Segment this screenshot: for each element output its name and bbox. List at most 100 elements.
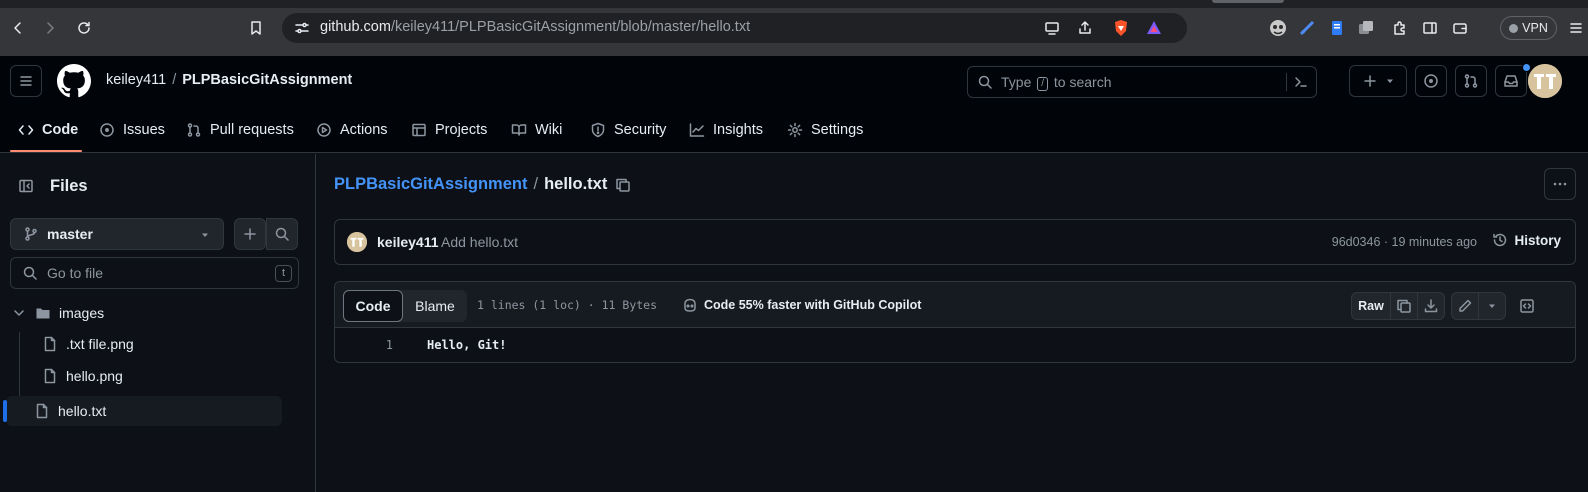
browser-tab-indicator[interactable] (1212, 0, 1284, 3)
bookmark-icon (251, 21, 261, 35)
tab-code[interactable]: Code (18, 118, 78, 142)
forward-button[interactable] (36, 14, 64, 42)
profile-extension-icon[interactable] (1268, 18, 1288, 38)
go-to-file-input[interactable]: Go to file t (10, 257, 299, 289)
brave-rewards-icon[interactable] (1145, 19, 1163, 37)
docs-extension-icon[interactable] (1328, 19, 1346, 37)
symbols-panel-button[interactable] (1513, 292, 1541, 320)
sidebar-collapse-icon[interactable] (18, 178, 34, 194)
tab-projects[interactable]: Projects (411, 118, 487, 142)
copilot-promo-link[interactable]: Code 55% faster with GitHub Copilot (682, 297, 921, 313)
tab-insights[interactable]: Insights (689, 118, 763, 142)
add-file-button[interactable] (234, 218, 266, 250)
inbox-button[interactable] (1495, 63, 1531, 97)
repo-path: keiley411 / PLPBasicGitAssignment (106, 72, 352, 88)
tree-file-txt-file-png[interactable]: .txt file.png (42, 329, 134, 359)
breadcrumb-repo-link[interactable]: PLPBasicGitAssignment (334, 175, 527, 194)
tab-wiki[interactable]: Wiki (511, 118, 562, 142)
copy-extension-icon[interactable] (1357, 19, 1375, 37)
more-options-button[interactable] (1544, 168, 1576, 200)
cast-icon[interactable] (1044, 20, 1060, 36)
reload-button[interactable] (70, 14, 98, 42)
triangle-down-icon (202, 233, 208, 237)
issue-opened-icon (100, 123, 114, 137)
raw-button[interactable]: Raw (1351, 292, 1391, 320)
blame-view-button[interactable]: Blame (403, 290, 467, 322)
pen-extension-icon[interactable] (1298, 19, 1316, 37)
line-text: Hello, Git! (427, 338, 507, 352)
user-avatar[interactable] (1528, 64, 1562, 98)
tab-security[interactable]: Security (590, 118, 666, 142)
chevron-down-icon[interactable] (11, 305, 27, 321)
copy-raw-button[interactable] (1390, 292, 1418, 320)
pencil-icon (1459, 299, 1472, 312)
tab-issues[interactable]: Issues (99, 118, 165, 142)
tab-label: Issues (123, 122, 165, 138)
inbox-icon (1504, 75, 1518, 87)
wallet-button[interactable] (1446, 14, 1474, 42)
tab-pull-requests[interactable]: Pull requests (186, 118, 294, 142)
tab-label: Wiki (535, 122, 563, 138)
view-toggle: Code Blame (343, 290, 467, 322)
tree-file-hello-txt[interactable]: hello.txt (34, 396, 106, 426)
github-header: keiley411 / PLPBasicGitAssignment Type / t… (0, 56, 1588, 153)
vpn-button[interactable]: VPN (1500, 16, 1557, 40)
triangle-down-icon (1489, 304, 1495, 308)
share-icon[interactable] (1077, 20, 1093, 36)
commit-sha-and-time[interactable]: 96d0346 · 19 minutes ago (1332, 235, 1477, 249)
commit-author-avatar[interactable] (347, 232, 367, 252)
search-icon (275, 227, 289, 241)
brave-shields-icon[interactable] (1112, 19, 1130, 37)
copy-icon (1397, 299, 1411, 313)
git-branch-icon (25, 227, 37, 241)
repo-owner-link[interactable]: keiley411 (106, 72, 166, 88)
breadcrumb: PLPBasicGitAssignment / hello.txt (334, 175, 631, 194)
command-palette-icon[interactable] (1293, 74, 1309, 90)
browser-menu-button[interactable] (1562, 14, 1588, 42)
file-header: Code Blame 1 lines (1 loc) · 11 Bytes Co… (335, 282, 1575, 328)
tree-file-hello-png[interactable]: hello.png (42, 361, 123, 391)
tree-item-label: hello.png (66, 368, 123, 384)
notification-dot (1522, 63, 1531, 72)
github-logo-icon[interactable] (57, 64, 91, 98)
address-bar[interactable]: github.com/keiley411/PLPBasicGitAssignme… (282, 13, 1187, 43)
history-button[interactable]: History (1492, 232, 1561, 248)
search-icon (978, 75, 992, 89)
branch-selector[interactable]: master (10, 218, 224, 250)
bookmark-button[interactable] (242, 14, 270, 42)
edit-file-button[interactable] (1451, 292, 1479, 320)
line-number[interactable]: 1 (335, 338, 393, 352)
search-placeholder: Type / to search (1001, 74, 1112, 91)
tab-actions[interactable]: Actions (316, 118, 388, 142)
pull-requests-button[interactable] (1455, 65, 1487, 97)
plus-icon (244, 228, 256, 240)
latest-commit-box: keiley411 Add hello.txt 96d0346 · 19 min… (334, 219, 1576, 265)
commit-author-link[interactable]: keiley411 (377, 234, 439, 250)
tree-item-label: .txt file.png (66, 336, 134, 352)
tab-settings[interactable]: Settings (787, 118, 863, 142)
edit-options-dropdown[interactable] (1478, 292, 1506, 320)
copy-path-icon[interactable] (615, 177, 631, 193)
download-button[interactable] (1417, 292, 1445, 320)
sidebar-toggle-button[interactable] (1416, 14, 1444, 42)
repo-name-link[interactable]: PLPBasicGitAssignment (182, 72, 352, 88)
puzzle-icon (1394, 21, 1405, 35)
tree-folder-images[interactable]: images (11, 298, 104, 328)
file-tree-sidebar: Files master Go to file t images .txt fi… (0, 154, 316, 492)
search-input[interactable]: Type / to search (967, 66, 1317, 98)
global-menu-button[interactable] (10, 65, 42, 97)
back-button[interactable] (4, 14, 32, 42)
extensions-button[interactable] (1386, 14, 1414, 42)
issues-button[interactable] (1415, 65, 1447, 97)
file-icon (36, 403, 48, 419)
code-view-button[interactable]: Code (343, 290, 403, 322)
site-settings-icon[interactable] (294, 20, 310, 36)
commit-message-link[interactable]: Add hello.txt (441, 234, 518, 250)
sidebar-icon (1423, 22, 1437, 34)
branch-name: master (47, 226, 93, 242)
url-text[interactable]: github.com/keiley411/PLPBasicGitAssignme… (320, 19, 750, 35)
issue-opened-icon (1424, 74, 1438, 88)
create-new-button[interactable] (1349, 65, 1407, 97)
search-files-button[interactable] (266, 218, 298, 250)
url-host: github.com (320, 19, 391, 35)
